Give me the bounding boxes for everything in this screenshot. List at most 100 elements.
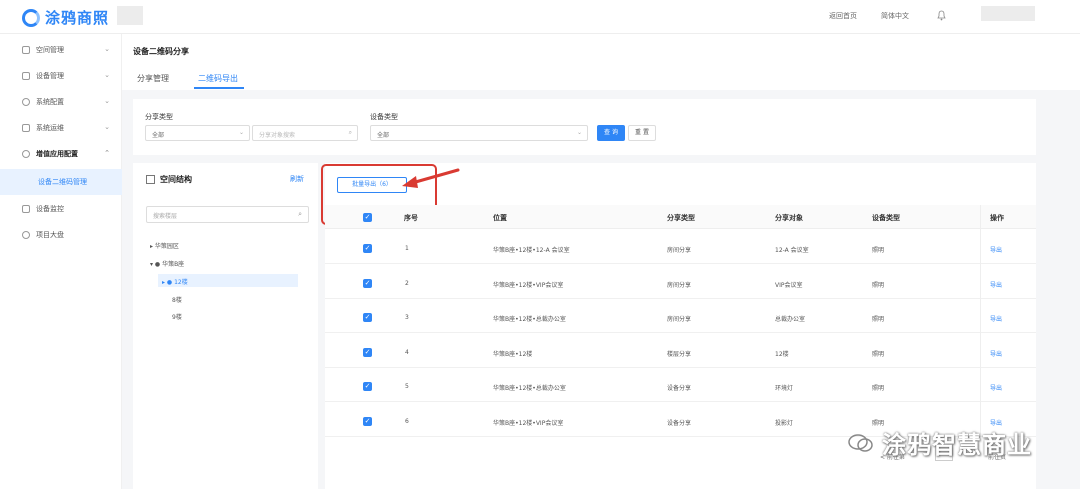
row-device-type: 照明 bbox=[872, 316, 885, 323]
column-header: 操作 bbox=[990, 214, 1004, 222]
sidebar-item-value-added[interactable]: 增值应用配置 ⌃ bbox=[0, 141, 122, 167]
language-switch[interactable]: 简体中文 bbox=[881, 11, 909, 21]
row-no: 4 bbox=[405, 349, 409, 356]
sidebar-item-label: 项目大盘 bbox=[36, 231, 64, 239]
row-checkbox[interactable]: ✓ bbox=[363, 244, 372, 253]
top-bar: 涂鸦商照 返回首页 简体中文 bbox=[0, 0, 1080, 34]
tree-search-input[interactable]: 搜索楼层 ⌕ bbox=[146, 206, 309, 223]
row-export-link[interactable]: 导出 bbox=[990, 314, 1002, 323]
page-header bbox=[122, 34, 1080, 90]
row-checkbox[interactable]: ✓ bbox=[363, 279, 372, 288]
sidebar-item-label: 设备监控 bbox=[36, 205, 64, 213]
row-device-type: 照明 bbox=[872, 247, 885, 254]
row-export-link[interactable]: 导出 bbox=[990, 245, 1002, 254]
chevron-down-icon: ⌄ bbox=[104, 71, 110, 79]
tree-node-label: 华策园区 bbox=[154, 243, 179, 250]
row-share-object: VIP会议室 bbox=[775, 282, 803, 289]
row-device-type: 照明 bbox=[872, 385, 885, 392]
column-header: 设备类型 bbox=[872, 214, 900, 222]
row-share-type: 房间分享 bbox=[667, 247, 692, 254]
logo[interactable]: 涂鸦商照 bbox=[22, 7, 109, 28]
sidebar-item-system-config[interactable]: 系统配置 ⌄ bbox=[0, 89, 122, 115]
tab-share-management[interactable]: 分享管理 bbox=[137, 73, 169, 84]
row-share-type: 设备分享 bbox=[667, 385, 692, 392]
sidebar-item-devices[interactable]: 设备管理 ⌄ bbox=[0, 63, 122, 89]
row-checkbox[interactable]: ✓ bbox=[363, 417, 372, 426]
share-object-placeholder: 分享对象搜索 bbox=[259, 132, 296, 139]
tab-qrcode-export[interactable]: 二维码导出 bbox=[198, 73, 238, 84]
sidebar-item-label: 设备管理 bbox=[36, 72, 64, 80]
row-share-object: 12楼 bbox=[775, 351, 789, 358]
query-button[interactable]: 查 询 bbox=[597, 125, 625, 141]
row-share-object: 总裁办公室 bbox=[775, 316, 806, 323]
tree-node-campus[interactable]: ▸ 华策园区 bbox=[150, 241, 179, 250]
bell-icon[interactable] bbox=[937, 10, 946, 21]
row-device-type: 照明 bbox=[872, 282, 885, 289]
sidebar-item-label: 系统配置 bbox=[36, 98, 64, 106]
tree-refresh-link[interactable]: 刷新 bbox=[290, 174, 304, 184]
search-icon: ⌕ bbox=[298, 210, 302, 218]
monitor-icon bbox=[22, 124, 30, 132]
row-share-type: 设备分享 bbox=[667, 420, 692, 427]
tree-node-floor-9[interactable]: 9楼 bbox=[172, 312, 182, 321]
share-type-label: 分享类型 bbox=[145, 113, 173, 121]
row-export-link[interactable]: 导出 bbox=[990, 383, 1002, 392]
chevron-down-icon: ⌄ bbox=[104, 123, 110, 131]
row-no: 3 bbox=[405, 314, 409, 321]
page-title: 设备二维码分享 bbox=[133, 47, 189, 56]
column-header: 序号 bbox=[404, 214, 418, 222]
select-all-checkbox[interactable]: ✓ bbox=[363, 213, 372, 222]
row-location: 华策B座•12楼•VIP会议室 bbox=[493, 420, 564, 427]
row-checkbox[interactable]: ✓ bbox=[363, 348, 372, 357]
row-location: 华策B座•12楼•12-A 会议室 bbox=[493, 247, 570, 254]
row-no: 6 bbox=[405, 418, 409, 425]
watermark-text: 涂鸦智慧商业 bbox=[882, 431, 1032, 459]
gear-icon bbox=[22, 98, 30, 106]
row-location: 华策B座•12楼•VIP会议室 bbox=[493, 282, 564, 289]
tree-node-label: 华策B座 bbox=[162, 261, 185, 268]
dashboard-icon bbox=[22, 231, 30, 239]
home-link[interactable]: 返回首页 bbox=[829, 11, 857, 21]
chevron-down-icon: ⌄ bbox=[104, 45, 110, 53]
sidebar-item-monitor[interactable]: 设备监控 bbox=[0, 196, 122, 222]
tree-node-building[interactable]: ▾ ● 华策B座 bbox=[150, 259, 184, 268]
row-share-type: 房间分享 bbox=[667, 282, 692, 289]
column-divider bbox=[980, 205, 981, 434]
tree-node-floor-8[interactable]: 8楼 bbox=[172, 295, 182, 304]
chevron-down-icon: ⌄ bbox=[104, 97, 110, 105]
column-header: 分享对象 bbox=[775, 214, 803, 222]
row-checkbox[interactable]: ✓ bbox=[363, 313, 372, 322]
share-object-search[interactable]: 分享对象搜索 ⌕ bbox=[252, 125, 358, 141]
user-menu[interactable] bbox=[981, 6, 1035, 21]
row-location: 华策B座•12楼•总裁办公室 bbox=[493, 316, 566, 323]
sidebar-item-label: 设备二维码管理 bbox=[38, 178, 87, 186]
sidebar-item-label: 增值应用配置 bbox=[36, 150, 78, 158]
row-export-link[interactable]: 导出 bbox=[990, 280, 1002, 289]
monitor-icon bbox=[22, 205, 30, 213]
tree-node-floor-12[interactable]: ▸ ● 12楼 bbox=[158, 274, 298, 287]
apps-icon bbox=[22, 150, 30, 158]
project-selector[interactable] bbox=[117, 6, 143, 25]
watermark: 涂鸦智慧商业 bbox=[848, 425, 1032, 460]
row-export-link[interactable]: 导出 bbox=[990, 349, 1002, 358]
building-icon bbox=[22, 46, 30, 54]
sidebar-item-space[interactable]: 空间管理 ⌄ bbox=[0, 37, 122, 63]
sidebar-item-label: 空间管理 bbox=[36, 46, 64, 54]
wechat-icon bbox=[848, 433, 873, 452]
device-type-select[interactable]: 全部 ⌄ bbox=[370, 125, 588, 141]
row-no: 1 bbox=[405, 245, 409, 252]
sidebar-item-qrcode[interactable]: 设备二维码管理 bbox=[0, 169, 122, 195]
logo-icon bbox=[22, 8, 40, 27]
row-share-object: 环境灯 bbox=[775, 385, 794, 392]
sidebar-item-dashboard[interactable]: 项目大盘 bbox=[0, 222, 122, 248]
active-tab-indicator bbox=[194, 87, 244, 89]
reset-button[interactable]: 重 置 bbox=[628, 125, 656, 141]
row-checkbox[interactable]: ✓ bbox=[363, 382, 372, 391]
share-type-select[interactable]: 全部 ⌄ bbox=[145, 125, 250, 141]
sidebar-item-system-ops[interactable]: 系统运维 ⌄ bbox=[0, 115, 122, 141]
tree-search-placeholder: 搜索楼层 bbox=[153, 213, 178, 220]
share-type-value: 全部 bbox=[152, 132, 165, 139]
row-location: 华策B座•12楼•总裁办公室 bbox=[493, 385, 566, 392]
row-share-object: 12-A 会议室 bbox=[775, 247, 809, 254]
logo-text: 涂鸦商照 bbox=[45, 9, 110, 27]
